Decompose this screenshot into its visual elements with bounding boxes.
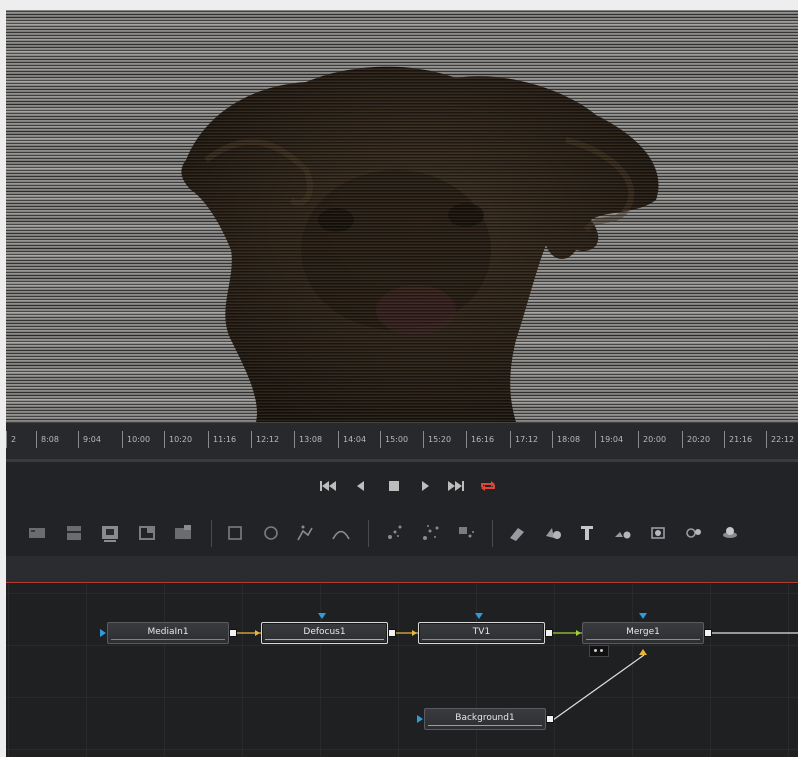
node-editor-header xyxy=(6,556,798,583)
ruler-tick: 11:16 xyxy=(208,431,236,448)
text-3d-icon[interactable] xyxy=(576,522,598,544)
defocus-effect-mask-port[interactable] xyxy=(318,613,326,619)
node-color-stripe xyxy=(422,639,541,640)
renderer-3d-icon[interactable] xyxy=(647,522,669,544)
text-tool-icon[interactable] xyxy=(99,522,121,544)
tv-output-port[interactable] xyxy=(545,629,553,637)
ruler-tick: 2 xyxy=(6,431,16,448)
node-color-stripe xyxy=(265,639,384,640)
ruler-tick: 10:20 xyxy=(164,431,192,448)
ruler-tick: 22:12 xyxy=(766,431,794,448)
bspline-mask-icon[interactable] xyxy=(330,522,352,544)
node-background1[interactable]: Background1 xyxy=(424,708,546,730)
timeline-ruler[interactable]: 2 8:08 9:04 10:00 10:20 11:16 12:12 13:0… xyxy=(6,422,798,463)
mediain-output-port[interactable] xyxy=(229,629,237,637)
ruler-tick: 16:16 xyxy=(466,431,494,448)
defocus-output-port[interactable] xyxy=(388,629,396,637)
particle-render-icon[interactable] xyxy=(420,522,442,544)
toolbar-separator xyxy=(211,520,212,547)
node-tv1[interactable]: TV1 xyxy=(418,622,545,644)
ruler-tick: 12:12 xyxy=(251,431,279,448)
mediain-input-port[interactable] xyxy=(100,629,106,637)
tools-toolbar xyxy=(6,510,798,556)
ruler-tick: 10:00 xyxy=(122,431,150,448)
merge-3d-icon[interactable] xyxy=(612,522,634,544)
polygon-mask-icon[interactable] xyxy=(294,522,316,544)
background-tool-icon[interactable] xyxy=(26,522,48,544)
play-reverse-icon[interactable] xyxy=(352,479,370,493)
merge-preview-indicator[interactable] xyxy=(589,645,609,657)
transform-tool-icon[interactable] xyxy=(136,522,158,544)
ruler-tick: 21:16 xyxy=(724,431,752,448)
node-color-stripe xyxy=(428,725,542,726)
skip-to-start-icon[interactable] xyxy=(319,479,337,493)
particle-style-icon[interactable] xyxy=(455,522,477,544)
ruler-tick: 13:08 xyxy=(294,431,322,448)
tv-effect-mask-port[interactable] xyxy=(475,613,483,619)
shape-3d-icon[interactable] xyxy=(506,522,528,544)
ruler-tick: 19:04 xyxy=(595,431,623,448)
transport-controls xyxy=(6,462,798,510)
ellipse-mask-icon[interactable] xyxy=(260,522,282,544)
merge-effect-mask-port[interactable] xyxy=(639,613,647,619)
viewer-panel[interactable] xyxy=(6,10,798,422)
viewer-image xyxy=(6,10,798,422)
node-color-stripe xyxy=(111,639,225,640)
fusion-app-window: 2 8:08 9:04 10:00 10:20 11:16 12:12 13:0… xyxy=(6,10,798,757)
stop-icon[interactable] xyxy=(385,479,403,493)
ruler-tick: 9:04 xyxy=(78,431,101,448)
ruler-tick: 18:08 xyxy=(552,431,580,448)
toolbar-separator xyxy=(368,520,369,547)
rectangle-mask-icon[interactable] xyxy=(224,522,246,544)
play-forward-icon[interactable] xyxy=(416,479,434,493)
toolbar-separator xyxy=(492,520,493,547)
camera-3d-icon[interactable] xyxy=(683,522,705,544)
node-links xyxy=(233,630,798,721)
node-defocus1[interactable]: Defocus1 xyxy=(261,622,388,644)
background-output-port[interactable] xyxy=(546,715,554,723)
ruler-tick: 15:20 xyxy=(423,431,451,448)
ruler-tick: 8:08 xyxy=(36,431,59,448)
node-editor[interactable]: MediaIn1 Defocus1 TV1 Merge1 Background1 xyxy=(6,583,798,757)
ruler-tick: 15:00 xyxy=(380,431,408,448)
merge-output-port[interactable] xyxy=(704,629,712,637)
paint-tool-icon[interactable] xyxy=(63,522,85,544)
node-merge1[interactable]: Merge1 xyxy=(582,622,704,644)
background-input-port[interactable] xyxy=(417,715,423,723)
ruler-tick: 20:00 xyxy=(638,431,666,448)
light-3d-icon[interactable] xyxy=(719,522,741,544)
loop-icon[interactable] xyxy=(479,479,497,493)
merge-foreground-port[interactable] xyxy=(639,649,647,655)
skip-to-end-icon[interactable] xyxy=(447,479,465,493)
node-mediain1[interactable]: MediaIn1 xyxy=(107,622,229,644)
ruler-tick: 14:04 xyxy=(338,431,366,448)
ruler-tick: 20:20 xyxy=(682,431,710,448)
node-color-stripe xyxy=(586,639,700,640)
image-plane-3d-icon[interactable] xyxy=(542,522,564,544)
merge-tool-icon[interactable] xyxy=(172,522,194,544)
particle-emitter-icon[interactable] xyxy=(384,522,406,544)
link-background-merge xyxy=(552,654,645,721)
ruler-tick: 17:12 xyxy=(510,431,538,448)
